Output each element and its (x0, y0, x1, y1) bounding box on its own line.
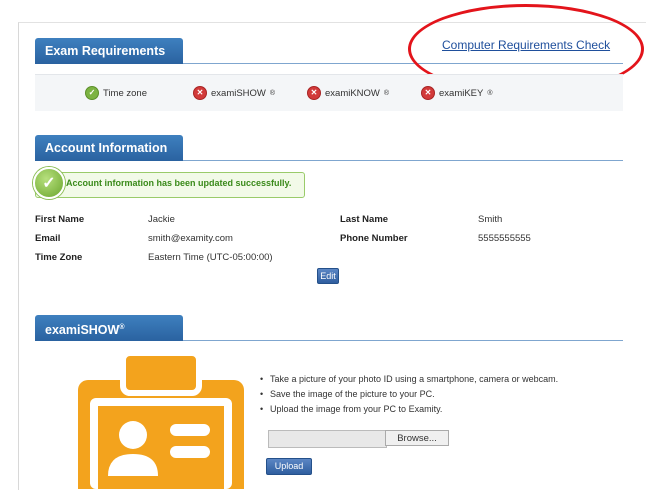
instruction-item: Take a picture of your photo ID using a … (260, 372, 558, 387)
instruction-item: Upload the image from your PC to Examity… (260, 402, 558, 417)
requirement-label: examiKEY (439, 87, 484, 99)
phone-value: 5555555555 (478, 233, 531, 244)
file-path-field[interactable] (268, 430, 387, 448)
phone-label: Phone Number (340, 233, 408, 244)
requirement-label: Time zone (103, 87, 147, 99)
examishow-instructions: Take a picture of your photo ID using a … (260, 372, 558, 417)
edit-button[interactable]: Edit (317, 268, 339, 284)
examishow-header: examiSHOW® (35, 315, 183, 341)
first-name-label: First Name (35, 214, 85, 225)
section-divider (183, 340, 623, 341)
exam-requirements-row: ✓ Time zone ✕ examiSHOW ® ✕ examiKNOW ® ✕ … (35, 74, 623, 111)
success-message-box: ✓ Account information has been updated s… (33, 167, 305, 199)
upload-button[interactable]: Upload (266, 458, 312, 475)
id-card-icon (78, 380, 244, 489)
email-value: smith@examity.com (148, 233, 233, 244)
section-divider (183, 160, 623, 161)
examishow-title: examiSHOW (45, 323, 120, 338)
requirement-examikey: ✕ examiKEY ® (421, 86, 493, 100)
instruction-item: Save the image of the picture to your PC… (260, 387, 558, 402)
error-icon: ✕ (307, 86, 321, 100)
first-name-value: Jackie (148, 214, 175, 225)
account-information-header: Account Information (35, 135, 183, 161)
success-check-icon: ✓ (33, 167, 65, 199)
success-message: Account information has been updated suc… (66, 178, 292, 188)
check-icon: ✓ (85, 86, 99, 100)
requirement-label: examiSHOW (211, 87, 266, 99)
last-name-value: Smith (478, 214, 503, 225)
error-icon: ✕ (193, 86, 207, 100)
requirement-label: examiKNOW (325, 87, 380, 99)
exam-requirements-header: Exam Requirements (35, 38, 183, 64)
requirement-timezone: ✓ Time zone (85, 86, 147, 100)
timezone-label: Time Zone (35, 252, 83, 263)
requirement-examishow: ✕ examiSHOW ® (193, 86, 275, 100)
requirement-examiknow: ✕ examiKNOW ® (307, 86, 389, 100)
id-badge-clip (120, 350, 202, 396)
email-label: Email (35, 233, 61, 244)
id-card-graphic (90, 398, 232, 489)
last-name-label: Last Name (340, 214, 389, 225)
exam-requirements-title: Exam Requirements (45, 44, 166, 58)
account-information-title: Account Information (45, 141, 168, 155)
timezone-value: Eastern Time (UTC-05:00:00) (148, 252, 273, 263)
browse-button[interactable]: Browse... (385, 430, 449, 446)
error-icon: ✕ (421, 86, 435, 100)
